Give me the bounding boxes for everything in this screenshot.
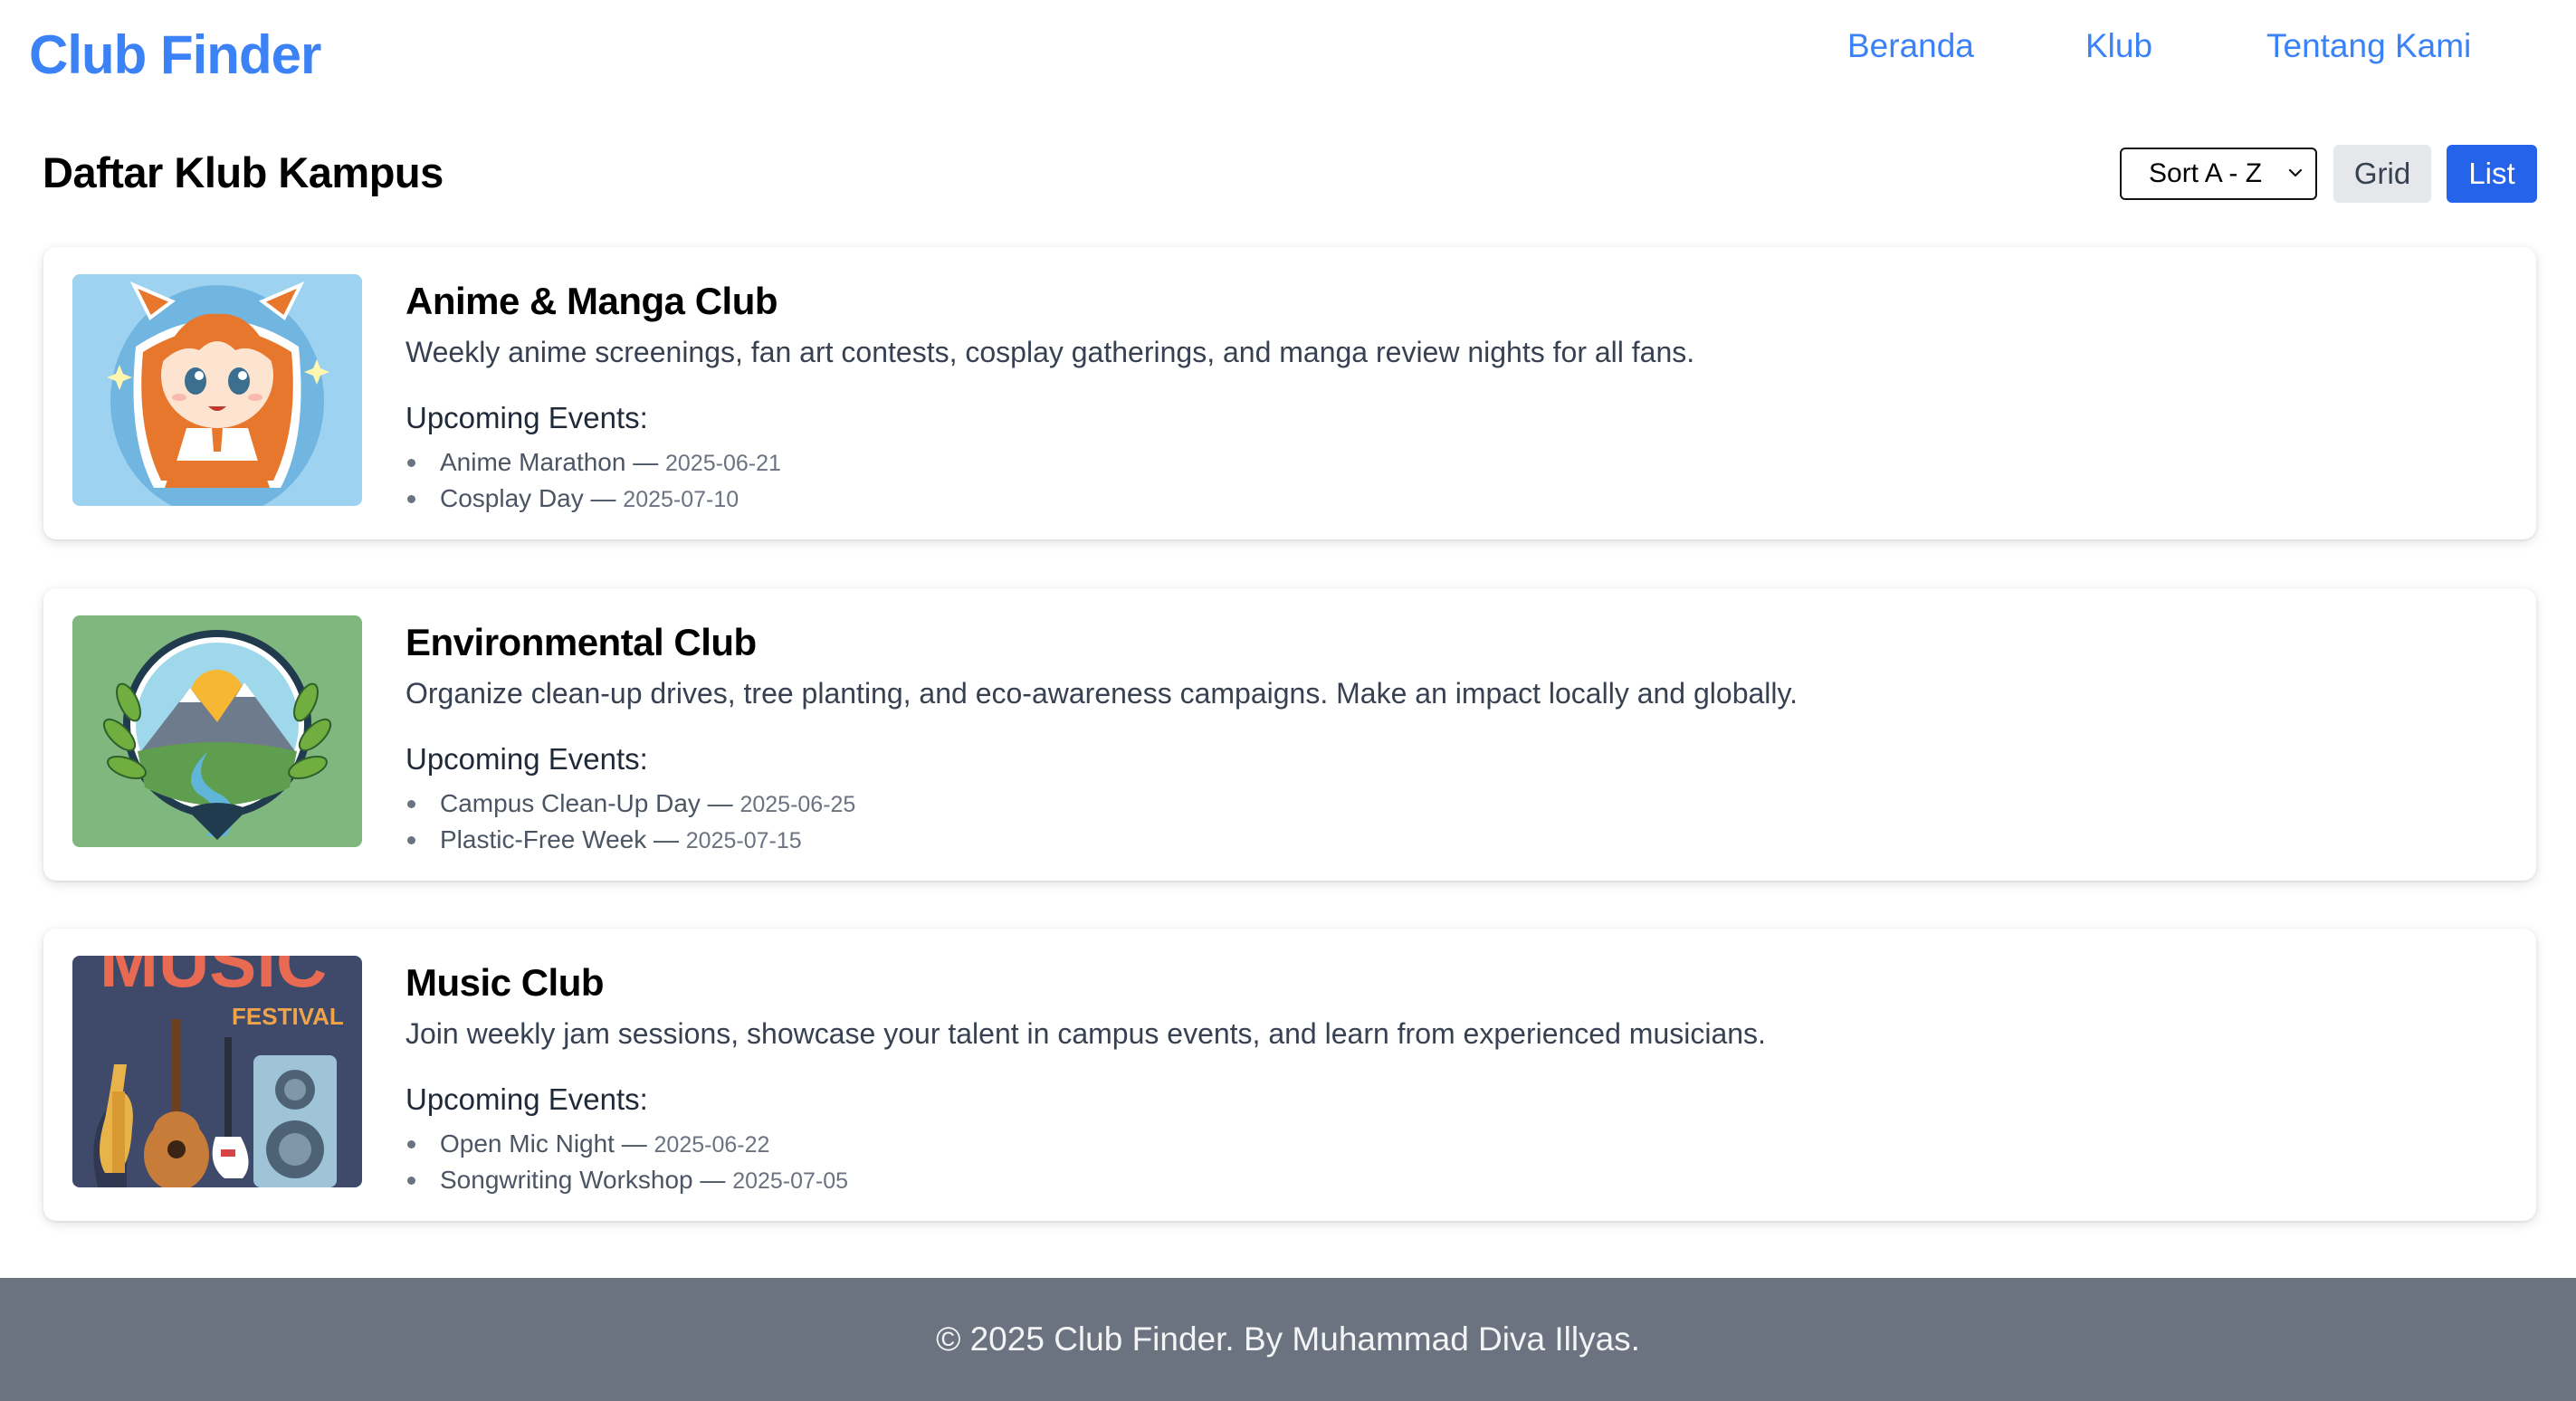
event-item: Plastic-Free Week — 2025-07-15 (405, 822, 855, 858)
event-item: Campus Clean-Up Day — 2025-06-25 (405, 786, 855, 822)
event-item: Open Mic Night — 2025-06-22 (405, 1126, 848, 1162)
club-card[interactable]: Anime & Manga Club Weekly anime screenin… (43, 247, 2536, 539)
event-name: Songwriting Workshop (440, 1166, 693, 1194)
club-card[interactable]: MUSIC FESTIVAL Music Club Join weekly ja… (43, 929, 2536, 1221)
chevron-down-icon (2288, 168, 2303, 177)
event-name: Cosplay Day (440, 484, 584, 512)
music-festival-poster-icon: MUSIC FESTIVAL (72, 956, 362, 1187)
club-image: MUSIC FESTIVAL (72, 956, 362, 1187)
nav-link-tentang-kami[interactable]: Tentang Kami (2266, 27, 2471, 65)
event-name: Open Mic Night (440, 1129, 615, 1158)
event-date: 2025-07-15 (685, 828, 802, 853)
footer-copyright: © 2025 Club Finder. By Muhammad Diva Ill… (936, 1320, 1640, 1358)
upcoming-events-heading: Upcoming Events: (405, 742, 648, 776)
event-item: Cosplay Day — 2025-07-10 (405, 481, 781, 517)
club-image (72, 615, 362, 847)
events-list: Anime Marathon — 2025-06-21 Cosplay Day … (405, 444, 781, 517)
club-name[interactable]: Music Club (405, 961, 605, 1005)
club-description: Join weekly jam sessions, showcase your … (405, 1017, 1766, 1050)
list-view-button[interactable]: List (2447, 145, 2537, 203)
event-date: 2025-07-10 (623, 487, 739, 512)
anime-girl-illustration-icon (72, 274, 362, 506)
event-name: Anime Marathon (440, 448, 626, 476)
upcoming-events-heading: Upcoming Events: (405, 1082, 648, 1116)
club-description: Organize clean-up drives, tree planting,… (405, 677, 1798, 710)
sort-select[interactable]: Sort A - Z (2120, 148, 2317, 200)
poster-subtitle: FESTIVAL (232, 1003, 344, 1030)
event-date: 2025-06-21 (665, 451, 781, 476)
events-list: Open Mic Night — 2025-06-22 Songwriting … (405, 1126, 848, 1198)
footer: © 2025 Club Finder. By Muhammad Diva Ill… (0, 1278, 2576, 1401)
club-card[interactable]: Environmental Club Organize clean-up dri… (43, 588, 2536, 881)
top-navbar: Club Finder Beranda Klub Tentang Kami (0, 0, 2576, 109)
grid-view-button[interactable]: Grid (2333, 145, 2431, 203)
page-title: Daftar Klub Kampus (43, 148, 444, 196)
club-name[interactable]: Anime & Manga Club (405, 280, 778, 323)
brand-logo[interactable]: Club Finder (29, 24, 321, 86)
event-name: Plastic-Free Week (440, 825, 647, 853)
event-date: 2025-07-05 (732, 1168, 849, 1194)
club-description: Weekly anime screenings, fan art contest… (405, 336, 1695, 368)
event-item: Songwriting Workshop — 2025-07-05 (405, 1162, 848, 1198)
event-date: 2025-06-25 (739, 792, 856, 817)
event-name: Campus Clean-Up Day (440, 789, 701, 817)
event-item: Anime Marathon — 2025-06-21 (405, 444, 781, 481)
event-date: 2025-06-22 (654, 1132, 770, 1158)
events-list: Campus Clean-Up Day — 2025-06-25 Plastic… (405, 786, 855, 858)
nature-emblem-illustration-icon (72, 615, 362, 847)
poster-title: MUSIC (100, 956, 327, 1002)
sort-select-value: Sort A - Z (2149, 158, 2263, 188)
upcoming-events-heading: Upcoming Events: (405, 401, 648, 434)
club-name[interactable]: Environmental Club (405, 621, 757, 664)
nav-link-klub[interactable]: Klub (2085, 27, 2152, 65)
club-image (72, 274, 362, 506)
nav-link-beranda[interactable]: Beranda (1847, 27, 1974, 65)
